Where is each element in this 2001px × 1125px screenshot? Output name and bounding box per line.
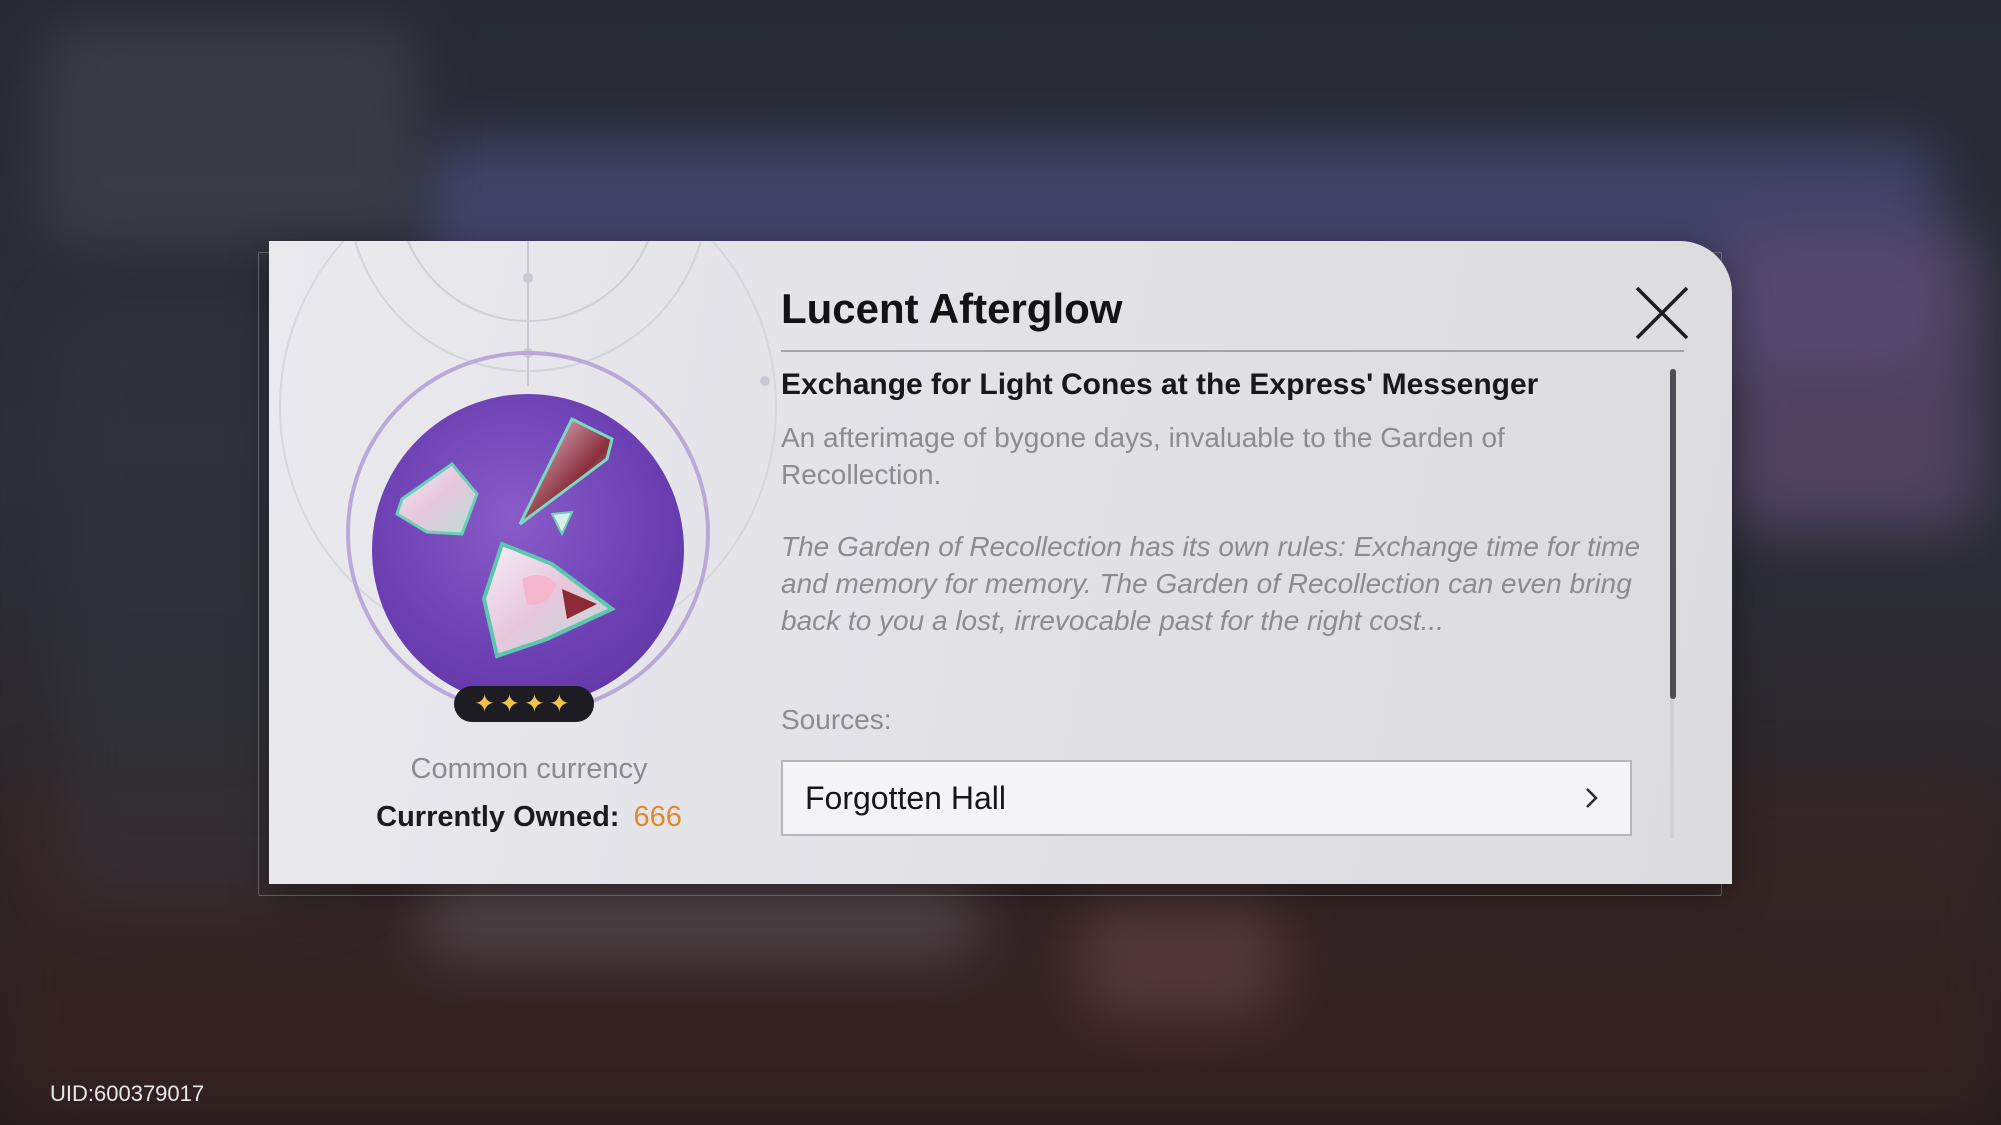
owned-value: 666 bbox=[633, 801, 682, 833]
item-description: An afterimage of bygone days, invaluable… bbox=[781, 422, 1505, 490]
chevron-right-icon bbox=[1586, 788, 1598, 808]
scrollbar-thumb[interactable] bbox=[1670, 369, 1676, 699]
item-title: Lucent Afterglow bbox=[781, 285, 1123, 332]
owned-label: Currently Owned: bbox=[376, 801, 620, 833]
item-showcase: ✦✦✦✦ Common currency Currently Owned: 666 bbox=[269, 241, 789, 884]
item-lore: The Garden of Recollection has its own r… bbox=[781, 531, 1641, 636]
item-detail-dialog: ✦✦✦✦ Common currency Currently Owned: 666… bbox=[269, 241, 1732, 884]
close-icon bbox=[1635, 286, 1689, 340]
player-uid: UID:600379017 bbox=[50, 1081, 205, 1106]
owned-count: Currently Owned: 666 bbox=[269, 801, 789, 834]
item-usage: Exchange for Light Cones at the Express'… bbox=[781, 368, 1539, 401]
title-divider bbox=[781, 350, 1684, 352]
source-label: Forgotten Hall bbox=[805, 779, 1006, 816]
sources-label: Sources: bbox=[781, 704, 892, 735]
lucent-afterglow-shards-icon bbox=[395, 416, 616, 659]
rarity-stars: ✦✦✦✦ bbox=[454, 686, 594, 722]
source-forgotten-hall-button[interactable]: Forgotten Hall bbox=[781, 760, 1632, 836]
close-button[interactable] bbox=[1635, 286, 1689, 340]
currency-type-label: Common currency bbox=[410, 753, 648, 785]
